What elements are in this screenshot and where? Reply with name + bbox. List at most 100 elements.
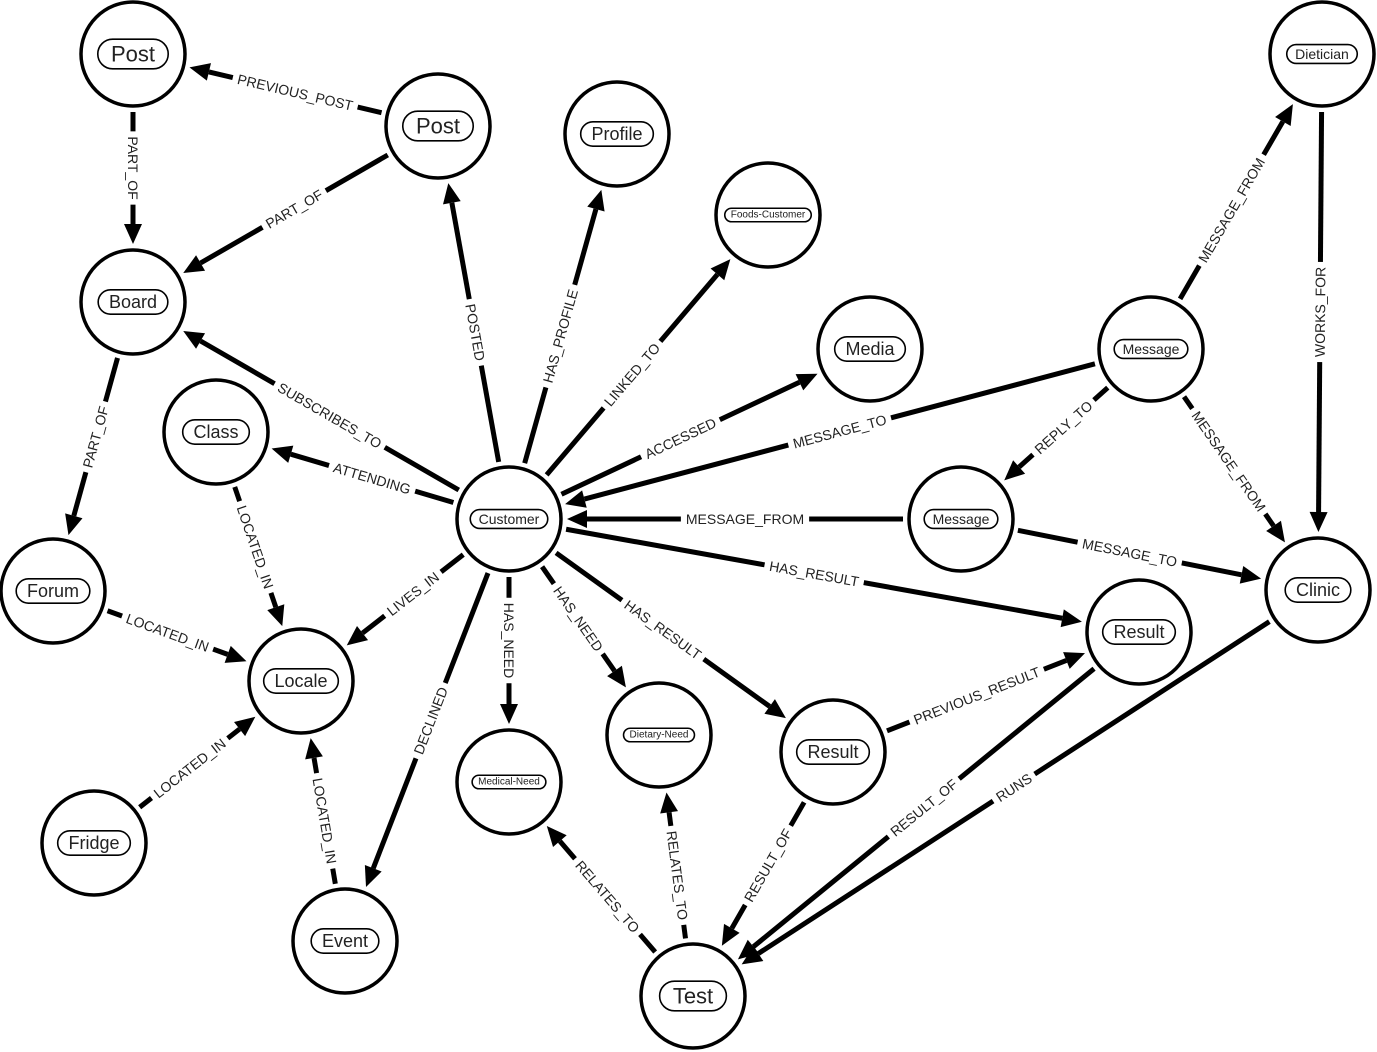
edge-label: POSTED xyxy=(460,297,491,368)
node-label: Post xyxy=(416,114,460,139)
edge-label: HAS_RESULT xyxy=(616,592,710,667)
edge-label: PART_OF xyxy=(257,182,331,236)
arrowhead-icon xyxy=(305,738,323,760)
edge-lives-in: LIVES_IN xyxy=(346,552,465,646)
node-result[interactable]: Result xyxy=(779,698,887,806)
node-label: Dietary-Need xyxy=(630,730,689,741)
node-customer[interactable]: Customer xyxy=(455,465,563,573)
node-message[interactable]: Message xyxy=(1097,295,1205,403)
node-test[interactable]: Test xyxy=(639,942,747,1050)
edge-label: LINKED_TO xyxy=(596,335,668,414)
node-locale[interactable]: Locale xyxy=(247,627,355,735)
edge-label-text: SUBSCRIBES_TO xyxy=(275,379,385,452)
node-post[interactable]: Post xyxy=(384,72,492,180)
node-board[interactable]: Board xyxy=(79,248,187,356)
node-label: Profile xyxy=(591,124,642,144)
edge-label-text: WORKS_FOR xyxy=(1312,267,1329,357)
edge-label: PART_OF xyxy=(124,131,142,205)
arrowhead-icon xyxy=(587,189,605,212)
edge-message-from: MESSAGE_FROM xyxy=(567,510,903,528)
edge-declined: DECLINED xyxy=(364,572,491,887)
edge-has-need: HAS_NEED xyxy=(500,577,518,724)
node-label: Locale xyxy=(274,671,327,691)
arrowhead-icon xyxy=(271,445,294,463)
arrowhead-icon xyxy=(567,510,587,528)
edge-label: WORKS_FOR xyxy=(1310,261,1330,363)
edge-has-need: HAS_NEED xyxy=(540,565,626,688)
node-label: Media xyxy=(845,339,895,359)
edge-label-text: LOCATED_IN xyxy=(234,503,277,590)
edge-label: LOCATED_IN xyxy=(231,498,280,596)
edge-label-text: LOCATED_IN xyxy=(150,735,228,801)
node-result[interactable]: Result xyxy=(1085,578,1193,686)
edge-label-text: LOCATED_IN xyxy=(310,777,340,865)
edge-previous-result: PREVIOUS_RESULT xyxy=(886,652,1086,734)
edge-label: PREVIOUS_RESULT xyxy=(906,660,1048,731)
edge-located-in: LOCATED_IN xyxy=(106,607,247,663)
edge-label-text: MESSAGE_TO xyxy=(1081,535,1179,569)
node-event[interactable]: Event xyxy=(291,887,399,995)
edge-previous-post: PREVIOUS_POST xyxy=(189,63,383,116)
edge-label: HAS_PROFILE xyxy=(537,282,584,390)
arrowhead-icon xyxy=(607,665,626,688)
edge-label: HAS_NEED xyxy=(500,597,518,684)
edge-accessed: ACCESSED xyxy=(560,373,818,497)
arrowhead-icon xyxy=(124,224,142,244)
arrowhead-icon xyxy=(267,604,285,627)
edge-result-of: RESULT_OF xyxy=(721,801,807,946)
edge-part-of: PART_OF xyxy=(65,357,120,536)
arrowhead-icon xyxy=(224,645,247,663)
graph-diagram: PREVIOUS_POST PART_OF PART_OF PART_OF SUBSCR… xyxy=(0,0,1377,1052)
node-media[interactable]: Media xyxy=(816,295,924,403)
edge-message-from: MESSAGE_FROM xyxy=(1177,104,1293,301)
node-label: Forum xyxy=(27,581,79,601)
graph-svg: PREVIOUS_POST PART_OF PART_OF PART_OF SUBSCR… xyxy=(0,0,1376,1050)
edge-label: RUNS xyxy=(988,766,1040,809)
edge-label: ATTENDING xyxy=(326,456,418,500)
edge-label-text: REPLY_TO xyxy=(1031,397,1095,457)
edge-label-text: HAS_NEED xyxy=(550,583,606,654)
edge-relates-to: RELATES_TO xyxy=(546,825,658,954)
node-message[interactable]: Message xyxy=(907,465,1015,573)
node-dietician[interactable]: Dietician xyxy=(1268,0,1376,108)
edge-label-text: PREVIOUS_POST xyxy=(236,71,355,114)
arrowhead-icon xyxy=(65,513,83,536)
arrowhead-icon xyxy=(1060,609,1082,628)
edge-label-text: MESSAGE_FROM xyxy=(1189,408,1270,514)
edge-reply-to: REPLY_TO xyxy=(1004,385,1110,481)
edge-label: RELATES_TO xyxy=(661,824,693,927)
edge-label-text: LOCATED_IN xyxy=(124,610,211,655)
arrowhead-icon xyxy=(1266,520,1285,543)
node-medical-need[interactable]: Medical-Need xyxy=(455,728,563,836)
node-fridge[interactable]: Fridge xyxy=(40,789,148,897)
edge-posted: POSTED xyxy=(443,183,502,463)
node-label: Class xyxy=(193,422,238,442)
node-forum[interactable]: Forum xyxy=(0,537,107,645)
edge-label-text: PART_OF xyxy=(125,136,141,199)
node-profile[interactable]: Profile xyxy=(563,80,671,188)
node-label: Event xyxy=(322,931,368,951)
edge-message-to: MESSAGE_TO xyxy=(1017,527,1262,584)
edge-label-text: PART_OF xyxy=(263,186,326,231)
node-foods-customer[interactable]: Foods-Customer xyxy=(714,161,822,269)
edge-label: LOCATED_IN xyxy=(307,771,342,871)
node-clinic[interactable]: Clinic xyxy=(1264,536,1372,644)
edge-label: MESSAGE_FROM xyxy=(680,510,810,528)
edge-label-text: RELATES_TO xyxy=(572,857,643,936)
node-dietary-need[interactable]: Dietary-Need xyxy=(605,681,713,789)
edge-label: HAS_RESULT xyxy=(762,555,866,592)
edge-label-text: HAS_NEED xyxy=(501,603,517,678)
edge-label-text: MESSAGE_FROM xyxy=(1195,155,1268,265)
edge-label: LOCATED_IN xyxy=(145,731,234,806)
edge-part-of: PART_OF xyxy=(183,152,390,274)
arrowhead-icon xyxy=(500,704,518,724)
edge-label-text: LINKED_TO xyxy=(601,340,664,409)
node-class[interactable]: Class xyxy=(162,378,270,486)
edge-label: MESSAGE_TO xyxy=(786,409,894,454)
edge-message-from: MESSAGE_FROM xyxy=(1181,395,1285,543)
edge-located-in: LOCATED_IN xyxy=(305,738,342,885)
edge-label: ACCESSED xyxy=(637,411,724,465)
edge-label: LIVES_IN xyxy=(379,564,447,623)
node-label: Clinic xyxy=(1296,580,1340,600)
node-post[interactable]: Post xyxy=(79,0,187,108)
